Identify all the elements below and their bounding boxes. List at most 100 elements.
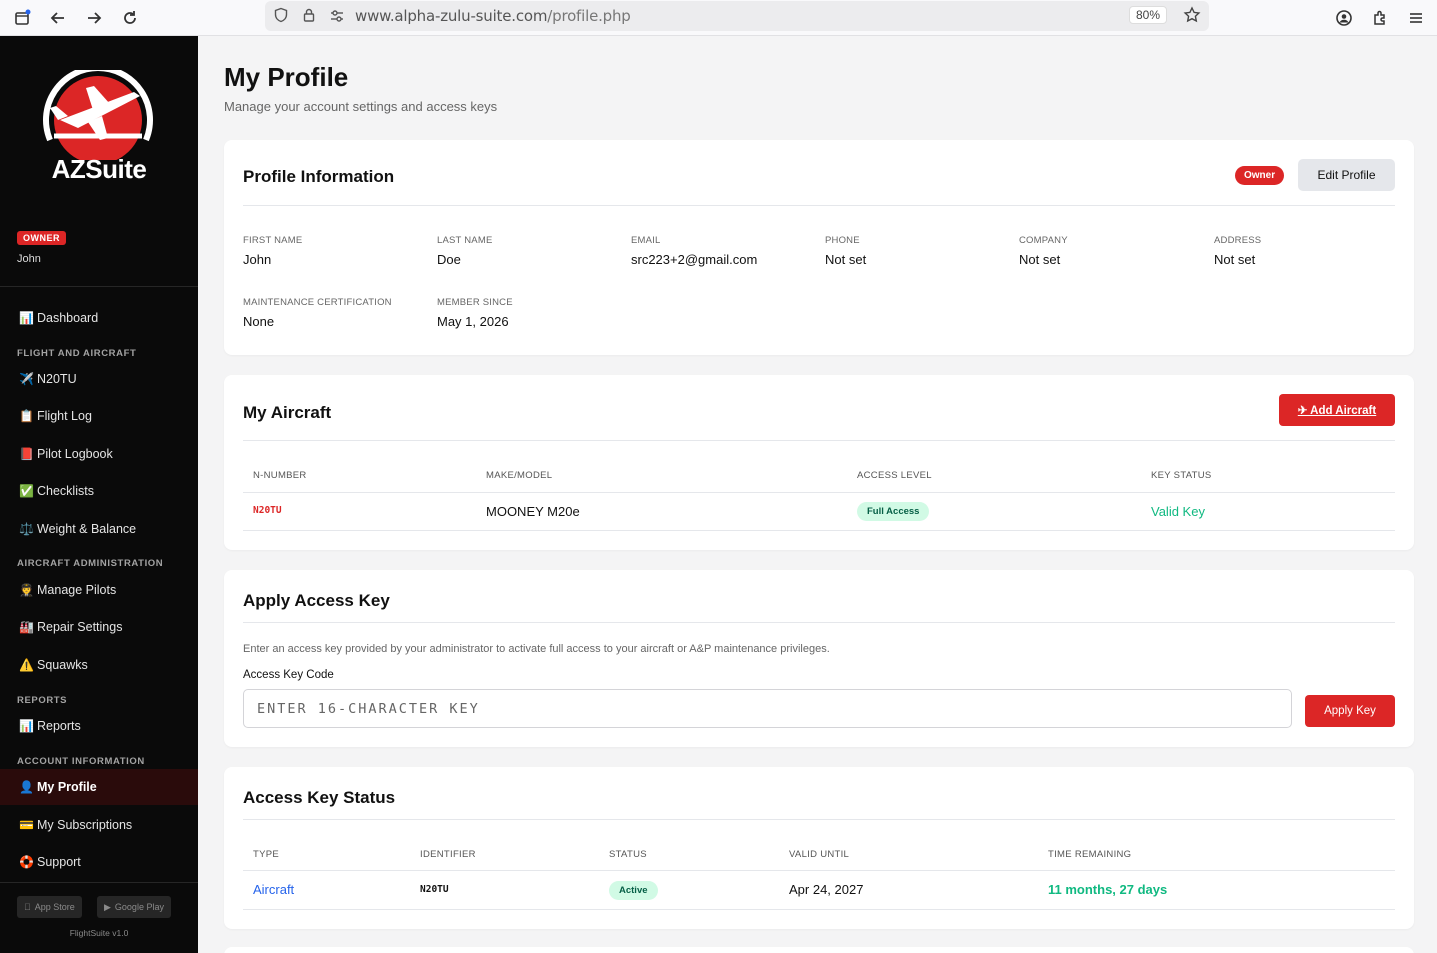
section-flight-aircraft: FLIGHT AND AIRCRAFT xyxy=(17,348,137,359)
pilot-icon: 🧑‍✈️ xyxy=(19,583,34,597)
apple-icon:  xyxy=(24,902,31,912)
sidebar-item-label: Checklists xyxy=(37,484,94,498)
col-type: TYPE xyxy=(253,849,280,860)
url-bar[interactable]: www.alpha-zulu-suite.com/profile.php 80% xyxy=(265,1,1209,31)
col-status: STATUS xyxy=(609,849,647,860)
url-text: www.alpha-zulu-suite.com/profile.php xyxy=(355,7,631,25)
key-type-link[interactable]: Aircraft xyxy=(253,882,294,897)
sidebar-item-label: Weight & Balance xyxy=(37,522,137,536)
reload-icon[interactable] xyxy=(117,5,143,31)
sidebar-item-label: Reports xyxy=(37,719,81,733)
sidebar-divider xyxy=(0,882,198,883)
table-header-line xyxy=(243,492,1395,493)
col-make-model: MAKE/MODEL xyxy=(486,470,553,481)
sidebar-item-label: N20TU xyxy=(37,372,77,386)
credit-card-icon: 💳 xyxy=(19,818,34,832)
role-badge: OWNER xyxy=(17,231,66,245)
permissions-icon[interactable] xyxy=(329,8,345,29)
main-content: My Profile Manage your account settings … xyxy=(198,36,1437,953)
aircraft-card: My Aircraft ✈ Add Aircraft N-NUMBER MAKE… xyxy=(224,375,1414,550)
access-key-input[interactable] xyxy=(243,689,1292,728)
key-identifier: N20TU xyxy=(420,884,449,895)
sidebar-item-flight-log[interactable]: 📋 Flight Log xyxy=(0,398,198,434)
field-company: COMPANY Not set xyxy=(1019,235,1068,267)
clipboard-icon: 📋 xyxy=(19,409,34,423)
sidebar-divider xyxy=(0,286,198,287)
sidebar-item-my-subscriptions[interactable]: 💳 My Subscriptions xyxy=(0,807,198,843)
profile-card-title: Profile Information xyxy=(243,167,395,186)
card-divider xyxy=(243,819,1395,820)
owner-badge: Owner xyxy=(1235,166,1285,185)
sidebar-item-label: Squawks xyxy=(37,658,88,672)
sidebar-item-label: My Profile xyxy=(37,780,97,794)
aircraft-make-model: MOONEY M20e xyxy=(486,504,580,519)
page-subtitle: Manage your account settings and access … xyxy=(224,99,498,114)
sidebar-item-label: Pilot Logbook xyxy=(37,447,113,461)
field-email: EMAIL src223+2@gmail.com xyxy=(631,235,758,267)
key-status-badge: Active xyxy=(609,881,658,900)
field-last-name: LAST NAME Doe xyxy=(437,235,493,267)
access-level-badge: Full Access xyxy=(857,502,930,521)
checkmark-icon: ✅ xyxy=(19,484,34,498)
next-card xyxy=(224,947,1414,953)
sidebar-item-manage-pilots[interactable]: 🧑‍✈️ Manage Pilots xyxy=(0,572,198,608)
sidebar-item-weight-balance[interactable]: ⚖️ Weight & Balance xyxy=(0,511,198,547)
sidebar-item-n20tu[interactable]: ✈️ N20TU xyxy=(0,361,198,397)
sidebar-toggle-icon[interactable] xyxy=(9,5,35,31)
col-key-status: KEY STATUS xyxy=(1151,470,1212,481)
field-first-name: FIRST NAME John xyxy=(243,235,303,267)
sidebar-item-reports[interactable]: 📊 Reports xyxy=(0,708,198,744)
table-row-line xyxy=(243,909,1395,910)
user-name: John xyxy=(17,253,41,265)
sidebar-item-squawks[interactable]: ⚠️ Squawks xyxy=(0,647,198,683)
sidebar-item-checklists[interactable]: ✅ Checklists xyxy=(0,473,198,509)
app-version: FlightSuite v1.0 xyxy=(69,928,129,938)
forward-icon[interactable] xyxy=(81,5,107,31)
sidebar-item-pilot-logbook[interactable]: 📕 Pilot Logbook xyxy=(0,436,198,472)
section-reports: REPORTS xyxy=(17,695,68,706)
lock-icon xyxy=(301,7,317,28)
browser-toolbar: www.alpha-zulu-suite.com/profile.php 80% xyxy=(0,0,1437,36)
sidebar-item-label: Support xyxy=(37,855,81,869)
key-time-remaining: 11 months, 27 days xyxy=(1048,882,1168,897)
zoom-level[interactable]: 80% xyxy=(1128,6,1167,24)
col-n-number: N-NUMBER xyxy=(253,470,307,481)
key-status-title: Access Key Status xyxy=(243,788,396,807)
sidebar-item-label: Flight Log xyxy=(37,409,92,423)
apply-key-card: Apply Access Key Enter an access key pro… xyxy=(224,570,1414,747)
sidebar-item-label: Repair Settings xyxy=(37,620,123,634)
sidebar-item-label: Manage Pilots xyxy=(37,583,117,597)
col-valid-until: VALID UNTIL xyxy=(789,849,850,860)
menu-icon[interactable] xyxy=(1403,5,1429,31)
sidebar-item-repair-settings[interactable]: 🏭 Repair Settings xyxy=(0,609,198,645)
app-store-button[interactable]: App Store xyxy=(17,896,82,918)
apply-key-button[interactable]: Apply Key xyxy=(1305,695,1395,727)
factory-icon: 🏭 xyxy=(19,620,34,634)
field-maintenance-cert: MAINTENANCE CERTIFICATION None xyxy=(243,297,392,329)
section-account: ACCOUNT INFORMATION xyxy=(17,756,145,767)
scale-icon: ⚖️ xyxy=(19,522,34,536)
extensions-icon[interactable] xyxy=(1367,5,1393,31)
sidebar-item-my-profile[interactable]: 👤 My Profile xyxy=(0,769,198,805)
back-icon[interactable] xyxy=(45,5,71,31)
add-aircraft-button[interactable]: ✈ Add Aircraft xyxy=(1279,394,1395,426)
card-divider xyxy=(243,622,1395,623)
edit-profile-button[interactable]: Edit Profile xyxy=(1298,159,1395,191)
book-icon: 📕 xyxy=(19,447,34,461)
key-valid-until: Apr 24, 2027 xyxy=(789,882,864,897)
field-member-since: MEMBER SINCE May 1, 2026 xyxy=(437,297,513,329)
col-identifier: IDENTIFIER xyxy=(420,849,476,860)
profile-card: Profile Information Owner Edit Profile F… xyxy=(224,140,1414,355)
google-play-button[interactable]: ▶ Google Play xyxy=(97,896,171,918)
sidebar-item-dashboard[interactable]: 📊 Dashboard xyxy=(0,300,198,336)
card-divider xyxy=(243,440,1395,441)
bookmark-star-icon[interactable] xyxy=(1183,6,1201,29)
aircraft-card-title: My Aircraft xyxy=(243,403,332,422)
user-icon: 👤 xyxy=(19,780,34,794)
warning-icon: ⚠️ xyxy=(19,658,34,672)
table-header-line xyxy=(243,870,1395,871)
sidebar-item-support[interactable]: 🛟 Support xyxy=(0,844,198,880)
aircraft-n-number[interactable]: N20TU xyxy=(253,505,282,516)
key-status-text: Valid Key xyxy=(1151,504,1205,519)
account-icon[interactable] xyxy=(1331,5,1357,31)
